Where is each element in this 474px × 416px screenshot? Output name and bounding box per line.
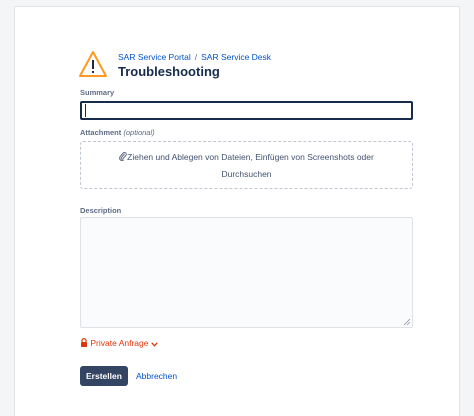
attachment-label: Attachment (optional)	[80, 128, 155, 137]
resize-grip-icon[interactable]	[403, 318, 411, 326]
warning-triangle-icon	[79, 51, 107, 77]
description-textarea[interactable]	[80, 217, 413, 328]
breadcrumb-separator: /	[194, 52, 198, 62]
attachment-dropzone[interactable]: Ziehen und Ablegen von Dateien, Einfügen…	[80, 141, 413, 189]
cancel-button[interactable]: Abbrechen	[133, 366, 180, 386]
private-request-label: Private Anfrage	[90, 338, 149, 348]
private-request-toggle[interactable]: Private Anfrage	[80, 338, 158, 348]
breadcrumb: SAR Service Portal / SAR Service Desk	[118, 52, 271, 62]
browse-link[interactable]: Durchsuchen	[81, 166, 412, 183]
dropzone-text: Ziehen und Ablegen von Dateien, Einfügen…	[127, 152, 374, 162]
breadcrumb-service-desk[interactable]: SAR Service Desk	[201, 52, 271, 62]
optional-hint: (optional)	[123, 128, 155, 137]
chevron-down-icon	[151, 342, 158, 347]
summary-label: Summary	[80, 88, 115, 97]
dropzone-line-1: Ziehen und Ablegen von Dateien, Einfügen…	[81, 149, 412, 166]
summary-input[interactable]	[80, 101, 413, 120]
description-label: Description	[80, 206, 122, 215]
breadcrumb-service-portal[interactable]: SAR Service Portal	[118, 52, 191, 62]
create-button[interactable]: Erstellen	[80, 366, 128, 386]
lock-icon	[81, 338, 87, 347]
page-title: Troubleshooting	[118, 64, 220, 79]
text-cursor	[85, 104, 86, 117]
attachment-label-text: Attachment	[80, 128, 122, 137]
paperclip-icon	[119, 151, 127, 161]
